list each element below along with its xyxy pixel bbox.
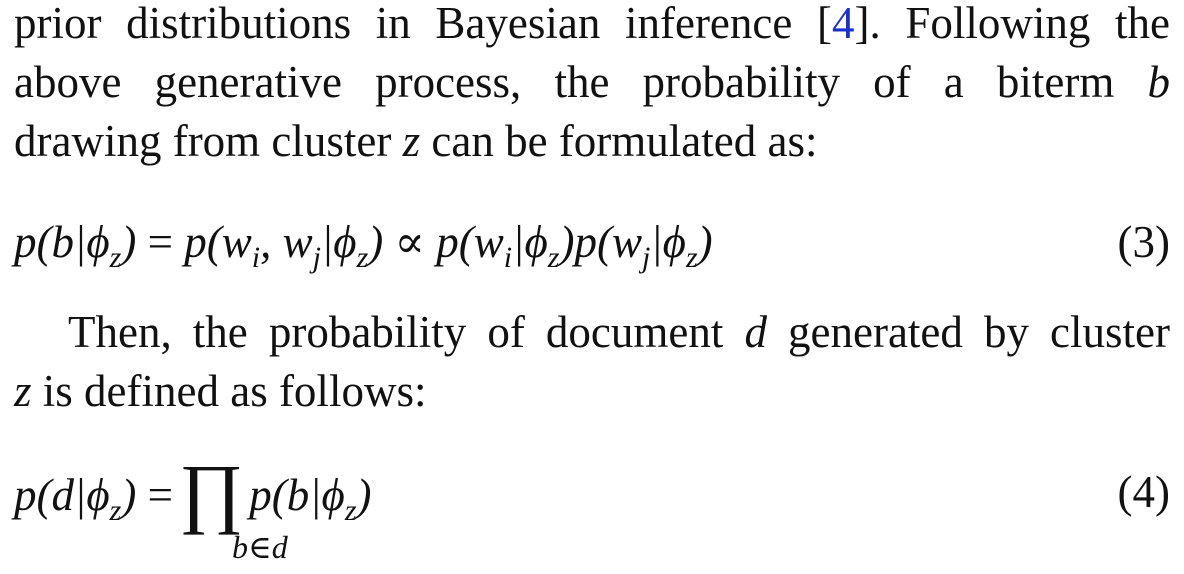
paragraph-line: above generative process, the probabilit… [14,53,1170,111]
paragraph-line: Then, the probability of document d gene… [68,303,1170,361]
equation-4: p(d|ϕz) =∏ p(b|ϕz) (4) [14,453,1170,531]
equation-3: p(b|ϕz) = p(wi, wj|ϕz) ∝ p(wi|ϕz)p(wj|ϕz… [14,212,1170,274]
equation-number: (4) [1117,467,1170,517]
math-variable: z [402,116,421,166]
text-segment: drawing from cluster [14,116,403,166]
math-variable: b [1147,57,1171,107]
text-segment: Then, the probability of document [68,307,745,357]
paragraph-line: z is defined as follows: [14,362,1170,420]
math-variable: z [14,366,32,416]
citation-link[interactable]: 4 [832,0,855,48]
text-segment: is defined as follows: [31,366,427,416]
product-subscript: b∈d [232,529,288,565]
equation-number: (3) [1117,217,1170,267]
paragraph-line: prior distributions in Bayesian inferenc… [14,0,1170,52]
paragraph-line: drawing from cluster z can be formulated… [14,112,1170,170]
text-segment: can be formulated as: [420,116,818,166]
product-symbol: ∏ [178,448,244,535]
math-variable: d [744,307,767,357]
text-segment: above generative process, the probabilit… [14,57,1148,107]
text-segment: prior distributions in Bayesian inferenc… [14,0,832,48]
text-segment: ]. Following the [854,0,1170,48]
equation-3-formula: p(b|ϕz) = p(wi, wj|ϕz) ∝ p(wi|ϕz)p(wj|ϕz… [14,217,713,274]
text-segment: generated by cluster [766,307,1170,357]
equation-4-formula: p(d|ϕz) =∏ p(b|ϕz) [14,448,372,535]
